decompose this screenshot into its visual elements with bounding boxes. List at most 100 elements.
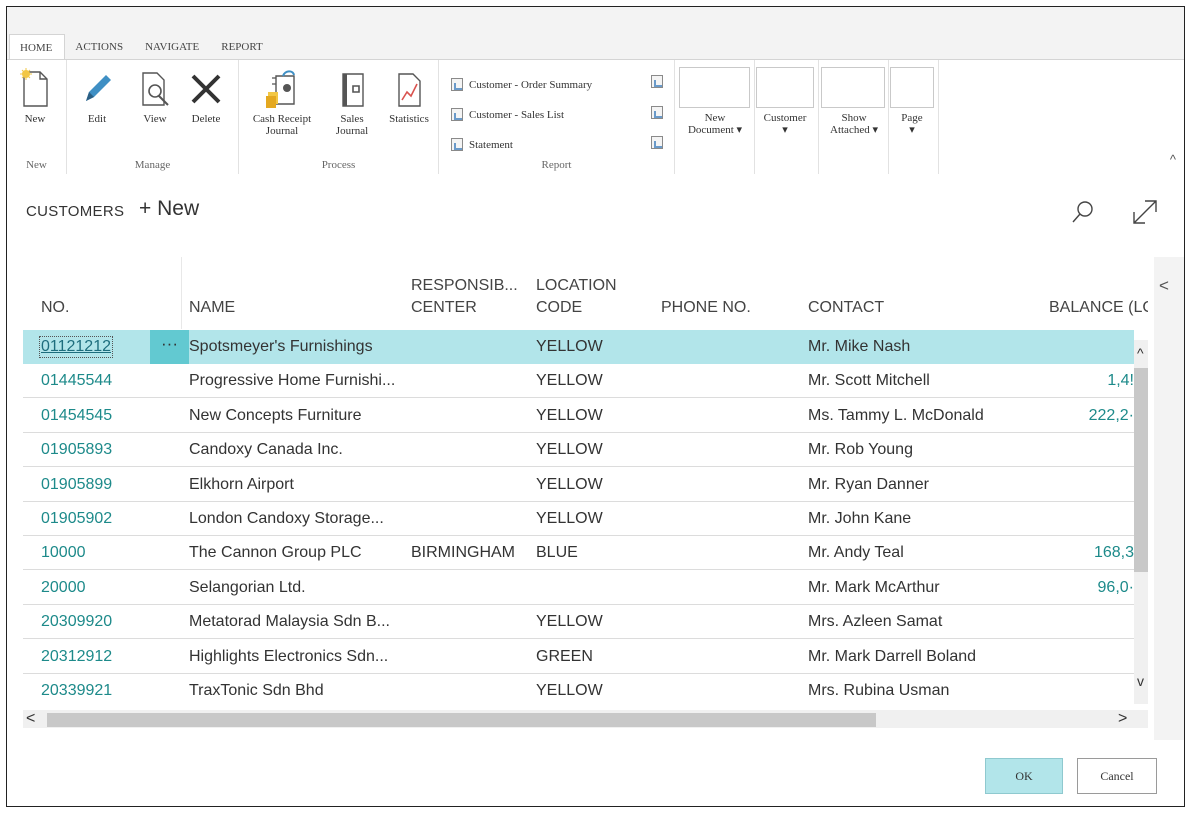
page-dropdown[interactable]: Page ▾ [889, 60, 939, 174]
cell-no[interactable]: 01905899 [41, 476, 112, 494]
edit-button[interactable]: Edit [77, 66, 117, 125]
cell-name: Metatorad Malaysia Sdn B... [189, 613, 390, 631]
horizontal-scroll-thumb[interactable] [47, 713, 876, 727]
report-customer-sales-list[interactable]: Customer - Sales List [451, 108, 564, 121]
chevron-down-icon: ▾ [782, 124, 788, 136]
ribbon-group-new: New New [7, 60, 67, 174]
column-header-responsibility-center[interactable]: RESPONSIB... CENTER [411, 275, 518, 319]
new-customer-action[interactable]: + New [139, 197, 199, 221]
vertical-scrollbar[interactable] [1134, 340, 1148, 704]
table-row[interactable]: 20000 Selangorian Ltd. Mr. Mark McArthur 96… [23, 571, 1134, 605]
ok-button[interactable]: OK [985, 758, 1063, 794]
cell-no[interactable]: 01454545 [41, 407, 112, 425]
column-header-name[interactable]: NAME [189, 297, 235, 319]
customer-box [756, 67, 814, 108]
report-item-label: Customer - Sales List [469, 108, 565, 121]
sales-journal-button[interactable]: Sales Journal [329, 66, 375, 137]
table-row[interactable]: 20339921 TraxTonic Sdn Bhd YELLOW Mrs. Rubi… [23, 674, 1134, 703]
cell-contact: Mrs. Azleen Samat [808, 613, 943, 631]
report-icon[interactable] [651, 106, 663, 119]
cell-name: Candoxy Canada Inc. [189, 441, 343, 459]
horizontal-scrollbar[interactable] [23, 710, 1148, 728]
cell-no[interactable]: 01445544 [41, 372, 112, 390]
report-statement[interactable]: Statement [451, 138, 513, 151]
factbox-pane [1154, 257, 1184, 740]
view-button[interactable]: View [135, 66, 175, 125]
new-document-label-2: Document [687, 124, 734, 136]
sales-journal-label-1: Sales [340, 113, 364, 125]
column-header-phone[interactable]: PHONE NO. [661, 297, 751, 319]
cell-no[interactable]: 01121212 [39, 336, 113, 358]
customer-label: Customer [763, 112, 807, 124]
scroll-down-icon[interactable]: v [1137, 673, 1144, 689]
tab-home[interactable]: HOME [9, 34, 66, 60]
statistics-button[interactable]: Statistics [383, 66, 435, 125]
cell-location-code: BLUE [536, 544, 578, 562]
table-row[interactable]: 01905893 Candoxy Canada Inc. YELLOW Mr. Rob… [23, 433, 1134, 468]
cell-location-code: YELLOW [536, 510, 603, 527]
cash-receipt-label-2: Journal [265, 125, 299, 137]
table-row[interactable]: 01905902 London Candoxy Storage... YELLOW M… [23, 502, 1134, 536]
tab-actions[interactable]: ACTIONS [65, 34, 135, 60]
edit-icon [77, 66, 117, 112]
cell-location-code: YELLOW [536, 441, 603, 459]
cell-no[interactable]: 01905902 [41, 510, 112, 528]
table-row[interactable]: 01905899 Elkhorn Airport YELLOW Mr. Ryan Da… [23, 468, 1134, 502]
cell-contact: Mr. Rob Young [808, 441, 913, 459]
chevron-left-icon[interactable]: < [1159, 276, 1169, 296]
scroll-up-icon[interactable]: ^ [1137, 345, 1144, 361]
table-row[interactable]: 20309920 Metatorad Malaysia Sdn B... YELLO… [23, 605, 1134, 640]
expand-icon[interactable] [1131, 198, 1159, 231]
report-icon[interactable] [651, 136, 663, 149]
table-row[interactable]: 20312912 Highlights Electronics Sdn... GRE… [23, 640, 1134, 674]
chevron-down-icon: ▾ [872, 124, 878, 136]
customer-dropdown[interactable]: Customer ▾ [755, 60, 819, 174]
show-attached-dropdown[interactable]: Show Attached ▾ [819, 60, 889, 174]
new-document-label-1: New [704, 112, 726, 124]
column-header-label: RESPONSIB... [411, 277, 518, 294]
new-button[interactable]: New [9, 66, 61, 125]
cell-no[interactable]: 01905893 [41, 441, 112, 459]
cell-no[interactable]: 20309920 [41, 613, 112, 631]
ribbon-group-process: Cash Receipt Journal Sales Journal Statist… [239, 60, 439, 174]
table-row[interactable]: 10000 The Cannon Group PLC BIRMINGHAM BLUE M… [23, 536, 1134, 571]
vertical-scroll-thumb[interactable] [1134, 368, 1148, 572]
cell-location-code: YELLOW [536, 682, 603, 699]
row-actions-menu-button[interactable]: ··· [150, 330, 189, 364]
column-header-contact[interactable]: CONTACT [808, 297, 884, 319]
cell-balance: 1,4! [1107, 372, 1134, 390]
cell-no[interactable]: 20339921 [41, 682, 112, 700]
new-document-dropdown[interactable]: New Document ▾ [675, 60, 755, 174]
sales-journal-icon [332, 66, 372, 112]
cell-name: London Candoxy Storage... [189, 510, 384, 527]
tab-report[interactable]: REPORT [211, 34, 275, 60]
cell-no[interactable]: 10000 [41, 544, 86, 562]
delete-button[interactable]: Delete [186, 66, 226, 125]
cell-location-code: GREEN [536, 647, 593, 665]
column-header-location-code[interactable]: LOCATION CODE [536, 275, 617, 319]
cell-no[interactable]: 20000 [41, 579, 86, 597]
column-header-no[interactable]: NO. [41, 297, 69, 319]
scroll-right-icon[interactable]: > [1118, 710, 1127, 728]
ribbon-group-report: Customer - Order Summary Customer - Sale… [439, 60, 675, 174]
table-row[interactable]: 01454545 New Concepts Furniture YELLOW Ms. … [23, 399, 1134, 433]
cancel-button[interactable]: Cancel [1077, 758, 1157, 794]
scroll-left-icon[interactable]: < [26, 710, 35, 728]
report-customer-order-summary[interactable]: Customer - Order Summary [451, 78, 592, 91]
search-icon[interactable] [1071, 199, 1095, 230]
cell-name: Progressive Home Furnishi... [189, 372, 396, 390]
cell-contact: Mr. Mark Darrell Boland [808, 647, 977, 665]
tab-navigate[interactable]: NAVIGATE [135, 34, 211, 60]
cell-no[interactable]: 20312912 [41, 648, 112, 666]
report-icon[interactable] [651, 75, 663, 88]
ribbon-tabs: HOME ACTIONS NAVIGATE REPORT [9, 34, 275, 60]
cell-name: Elkhorn Airport [189, 475, 294, 493]
table-row[interactable]: 01121212 Spotsmeyer's Furnishings YELLOW Mr… [23, 330, 1134, 364]
table-row[interactable]: 01445544 Progressive Home Furnishi... YELL… [23, 364, 1134, 399]
collapse-ribbon-icon[interactable]: ^ [1170, 152, 1176, 167]
column-separator [181, 257, 182, 329]
cash-receipt-journal-button[interactable]: Cash Receipt Journal [245, 66, 319, 137]
ribbon: HOME ACTIONS NAVIGATE REPORT New New Edi… [7, 7, 1184, 174]
delete-icon [186, 66, 226, 112]
column-header-balance[interactable]: BALANCE (LC [1049, 297, 1148, 319]
